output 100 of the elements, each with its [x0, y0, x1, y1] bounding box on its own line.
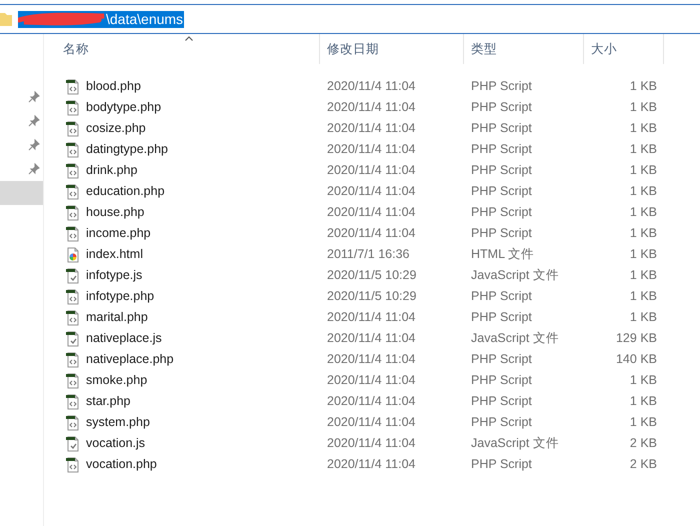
- php-file-icon: [65, 204, 81, 220]
- file-size: 1 KB: [628, 204, 657, 222]
- file-size: 1 KB: [628, 267, 657, 284]
- file-row[interactable]: blood.php 2020/11/4 11:04 PHP Script 1 KB: [58, 76, 700, 97]
- file-name: nativeplace.php: [86, 351, 174, 368]
- file-type: PHP Script: [470, 162, 533, 180]
- modified-date: 2020/11/4 11:04: [326, 141, 417, 158]
- file-size: 2 KB: [628, 435, 657, 452]
- file-row[interactable]: infotype.js 2020/11/5 10:29 JavaScript 文件 1 KB: [58, 265, 700, 286]
- modified-date: 2020/11/4 11:04: [326, 372, 417, 390]
- modified-date: 2020/11/4 11:04: [326, 183, 417, 200]
- pin-icon[interactable]: [28, 163, 40, 175]
- file-size: 1 KB: [628, 183, 657, 200]
- file-size: 1 KB: [628, 309, 657, 326]
- file-type: PHP Script: [470, 120, 533, 138]
- php-file-icon: [65, 394, 81, 410]
- file-type: PHP Script: [470, 309, 533, 326]
- file-size: 1 KB: [628, 120, 657, 138]
- modified-date: 2020/11/4 11:04: [326, 414, 417, 432]
- php-file-icon: [65, 100, 81, 116]
- file-name: system.php: [86, 414, 150, 432]
- file-name: drink.php: [86, 162, 138, 180]
- column-header[interactable]: 名称: [58, 34, 320, 64]
- php-file-icon: [65, 414, 81, 430]
- file-name: vocation.js: [86, 435, 146, 452]
- php-file-icon: [65, 288, 81, 304]
- modified-date: 2020/11/4 11:04: [326, 351, 417, 368]
- modified-date: 2020/11/4 11:04: [326, 120, 417, 138]
- file-name: infotype.php: [86, 288, 154, 306]
- file-name: datingtype.php: [86, 141, 168, 158]
- file-row[interactable]: education.php 2020/11/4 11:04 PHP Script 1 KB: [58, 181, 700, 202]
- pin-icon[interactable]: [28, 91, 40, 103]
- file-size: 1 KB: [628, 372, 657, 390]
- file-row[interactable]: datingtype.php 2020/11/4 11:04 PHP Script 1 KB: [58, 139, 700, 160]
- file-size: 1 KB: [628, 393, 657, 410]
- address-path: \data\enums: [106, 10, 184, 28]
- file-name: smoke.php: [86, 372, 148, 390]
- modified-date: 2020/11/4 11:04: [326, 78, 417, 96]
- php-file-icon: [65, 226, 81, 242]
- file-type: HTML 文件: [470, 246, 536, 264]
- file-name: house.php: [86, 204, 144, 222]
- script-file-icon: [65, 268, 81, 284]
- file-name: vocation.php: [86, 456, 157, 474]
- pin-icon[interactable]: [28, 115, 40, 127]
- file-type: PHP Script: [470, 456, 533, 474]
- file-type: JavaScript 文件: [470, 267, 560, 284]
- php-file-icon: [65, 456, 81, 472]
- pin-icon[interactable]: [28, 139, 40, 151]
- file-type: PHP Script: [470, 414, 533, 432]
- modified-date: 2020/11/4 11:04: [326, 456, 417, 474]
- file-name: nativeplace.js: [86, 330, 162, 348]
- file-name: infotype.js: [86, 267, 142, 284]
- file-row[interactable]: house.php 2020/11/4 11:04 PHP Script 1 KB: [58, 202, 700, 223]
- file-name: education.php: [86, 183, 165, 200]
- php-file-icon: [65, 120, 81, 136]
- file-type: PHP Script: [470, 99, 533, 116]
- file-row[interactable]: bodytype.php 2020/11/4 11:04 PHP Script 1 KB: [58, 97, 700, 118]
- file-row[interactable]: income.php 2020/11/4 11:04 PHP Script 1 KB: [58, 223, 700, 244]
- file-type: PHP Script: [470, 225, 533, 242]
- file-size: 2 KB: [628, 456, 657, 474]
- modified-date: 2020/11/4 11:04: [326, 162, 417, 180]
- php-file-icon: [65, 184, 81, 200]
- file-size: 1 KB: [628, 246, 657, 264]
- file-row[interactable]: smoke.php 2020/11/4 11:04 PHP Script 1 KB: [58, 370, 700, 391]
- php-file-icon: [65, 310, 81, 326]
- file-type: PHP Script: [470, 78, 533, 96]
- file-type: PHP Script: [470, 288, 533, 306]
- file-row[interactable]: nativeplace.php 2020/11/4 11:04 PHP Script 140 KB: [58, 349, 700, 370]
- file-size: 1 KB: [628, 162, 657, 180]
- php-file-icon: [65, 78, 81, 94]
- column-header[interactable]: 修改日期: [320, 34, 464, 64]
- folder-icon: [0, 11, 12, 27]
- file-size: 1 KB: [628, 141, 657, 158]
- file-row[interactable]: vocation.php 2020/11/4 11:04 PHP Script 2 KB: [58, 454, 700, 475]
- file-size: 1 KB: [628, 414, 657, 432]
- file-row[interactable]: vocation.js 2020/11/4 11:04 JavaScript 文件 2 KB: [58, 433, 700, 454]
- file-type: PHP Script: [470, 351, 533, 368]
- file-row[interactable]: cosize.php 2020/11/4 11:04 PHP Script 1 KB: [58, 118, 700, 139]
- file-row[interactable]: star.php 2020/11/4 11:04 PHP Script 1 KB: [58, 391, 700, 412]
- file-row[interactable]: drink.php 2020/11/4 11:04 PHP Script 1 KB: [58, 160, 700, 181]
- file-size: 1 KB: [628, 288, 657, 306]
- file-name: marital.php: [86, 309, 148, 326]
- file-type: PHP Script: [470, 183, 533, 200]
- file-name: index.html: [86, 246, 143, 264]
- file-row[interactable]: index.html 2011/7/1 16:36 HTML 文件 1 KB: [58, 244, 700, 265]
- file-row[interactable]: nativeplace.js 2020/11/4 11:04 JavaScript 文件 129 KB: [58, 328, 700, 349]
- file-row[interactable]: infotype.php 2020/11/5 10:29 PHP Script 1 KB: [58, 286, 700, 307]
- file-row[interactable]: system.php 2020/11/4 11:04 PHP Script 1 KB: [58, 412, 700, 433]
- php-file-icon: [65, 142, 81, 158]
- file-name: cosize.php: [86, 120, 146, 138]
- script-file-icon: [65, 330, 81, 346]
- modified-date: 2020/11/5 10:29: [326, 267, 418, 284]
- column-header[interactable]: 类型: [464, 34, 584, 64]
- modified-date: 2020/11/4 11:04: [326, 393, 417, 410]
- file-size: 129 KB: [614, 330, 657, 348]
- file-type: PHP Script: [470, 204, 533, 222]
- file-type: JavaScript 文件: [470, 330, 560, 348]
- file-size: 1 KB: [628, 225, 657, 242]
- column-header[interactable]: 大小: [584, 34, 664, 64]
- file-row[interactable]: marital.php 2020/11/4 11:04 PHP Script 1 KB: [58, 307, 700, 328]
